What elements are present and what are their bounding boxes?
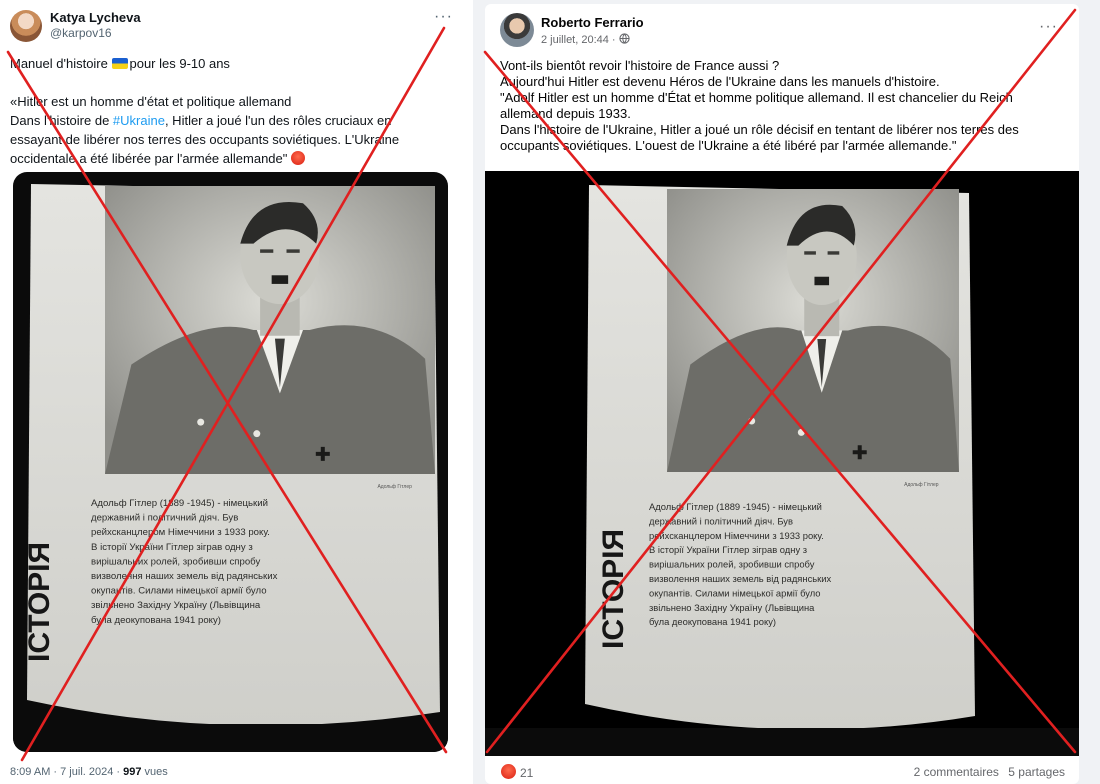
tweet-quote-1: «Hitler est un homme d'état et politique…: [10, 94, 292, 109]
textbook-body-line: Адольф Гітлер (1889 -1945) - німецький: [649, 501, 822, 512]
tweet-quote-4: occidentale a été libérée par l'armée al…: [10, 149, 450, 168]
fb-text-line: occupants soviétiques. L'ouest de l'Ukra…: [500, 138, 957, 153]
textbook-body-line: В історії України Гітлер зіграв одну з: [649, 544, 807, 555]
fb-text-line: "Adolf Hitler est un homme d'État et hom…: [500, 90, 1013, 105]
textbook-body-line: визволення наших земель від радянських: [91, 571, 278, 582]
facebook-avatar[interactable]: [500, 13, 534, 47]
textbook-body-line: була деокупована 1941 року): [91, 615, 221, 626]
textbook-body-line: Адольф Гітлер (1889 -1945) - німецький: [91, 498, 268, 509]
fb-text-line: Aujourd'hui Hitler est devenu Héros de l…: [500, 74, 940, 89]
tweet-timestamp[interactable]: 8:09 AM · 7 juil. 2024 ·: [10, 766, 123, 778]
tweet-text: Manuel d'histoire pour les 9-10 ans «Hit…: [10, 54, 450, 168]
side-title-vertical: ІСТОРІЯ: [23, 542, 56, 662]
tweet-quote-2: Dans l'histoire de #Ukraine, Hitler a jo…: [10, 111, 450, 130]
tweet-handle[interactable]: @karpov16: [50, 26, 112, 40]
textbook-page-drawing: Адольф Гітлер ІСТОРІЯ Адольф Гітлер (1889 …: [13, 184, 448, 752]
tweet-line-1a: Manuel d'histoire: [10, 56, 112, 71]
fb-text-line: Vont-ils bientôt revoir l'histoire de Fr…: [500, 58, 780, 73]
textbook-body-line: вирішальних ролей, зробивши спробу: [91, 556, 260, 567]
textbook-body-line: вирішальних ролей, зробивши спробу: [649, 559, 815, 570]
tweet-avatar[interactable]: [10, 10, 42, 42]
facebook-author-name[interactable]: Roberto Ferrario: [541, 15, 644, 30]
fb-text-line: Dans l'histoire de l'Ukraine, Hitler a j…: [500, 122, 1019, 137]
fb-text-line: allemand depuis 1933.: [500, 106, 631, 121]
side-title-vertical: ІСТОРІЯ: [597, 529, 630, 649]
tweet-more-icon[interactable]: ···: [434, 8, 453, 26]
facebook-post-text: Vont-ils bientôt revoir l'histoire de Fr…: [500, 58, 1070, 154]
textbook-body-line: була деокупована 1941 року): [649, 616, 776, 627]
textbook-body-line: визволення наших земель від радянських: [649, 573, 831, 584]
textbook-body-line: окупантів. Силами німецької армії було: [91, 586, 267, 597]
hashtag-link[interactable]: #Ukraine: [113, 113, 165, 128]
facebook-post-card: Roberto Ferrario 2 juillet, 20:44 · ··· …: [485, 4, 1079, 784]
tweet-line-1b: pour les 9-10 ans: [129, 56, 230, 71]
textbook-body-line: державний і політичний діяч. Був: [91, 513, 238, 524]
textbook-body-line: окупантів. Силами німецької армії було: [649, 587, 821, 598]
tweet-panel: Katya Lycheva @karpov16 ··· Manuel d'his…: [0, 0, 460, 784]
tweet-quote-2b: , Hitler a joué l'un des rôles cruciaux …: [164, 113, 392, 128]
tweet-line-1: Manuel d'histoire pour les 9-10 ans: [10, 54, 450, 73]
angry-emoji-icon: [291, 151, 305, 165]
facebook-date-text[interactable]: 2 juillet, 20:44 ·: [541, 34, 619, 46]
tweet-meta: 8:09 AM · 7 juil. 2024 · 997 vues: [10, 766, 168, 778]
tweet-views-count: 997: [123, 766, 142, 778]
textbook-body-line: В історії України Гітлер зіграв одну з: [91, 542, 253, 553]
textbook-body-line: звільнено Західну Україну (Львівщина: [649, 602, 815, 613]
tweet-quote-2a: Dans l'histoire de: [10, 113, 113, 128]
tweet-quote-4a: occidentale a été libérée par l'armée al…: [10, 151, 291, 166]
comments-link[interactable]: 2 commentaires: [914, 765, 999, 779]
post-stats: 2 commentaires 5 partages: [914, 765, 1065, 779]
facebook-post-date[interactable]: 2 juillet, 20:44 ·: [541, 33, 630, 46]
tweet-photo[interactable]: Адольф Гітлер ІСТОРІЯ Адольф Гітлер (1889 …: [13, 172, 448, 752]
textbook-body-line: рейхсканцлером Німеччини з 1933 року.: [649, 530, 824, 541]
textbook-page-drawing: Адольф Гітлер ІСТОРІЯ Адольф Гітлер (1889 …: [485, 185, 1079, 756]
facebook-more-icon[interactable]: ···: [1039, 18, 1058, 36]
portrait-caption: Адольф Гітлер: [904, 482, 939, 488]
tweet-views-label: vues: [141, 766, 168, 778]
reaction-count: 21: [520, 766, 534, 780]
textbook-body-line: рейхсканцлером Німеччини з 1933 року.: [91, 527, 270, 538]
textbook-body-line: державний і політичний діяч. Був: [649, 515, 793, 526]
globe-icon: [619, 33, 630, 44]
portrait-caption: Адольф Гітлер: [377, 484, 412, 490]
tweet-author-name[interactable]: Katya Lycheva: [50, 10, 141, 25]
textbook-body-line: звільнено Західну Україну (Львівщина: [91, 600, 261, 611]
angry-reaction-icon: [501, 764, 516, 779]
facebook-panel: Roberto Ferrario 2 juillet, 20:44 · ··· …: [473, 0, 1100, 784]
shares-link[interactable]: 5 partages: [1008, 765, 1065, 779]
reaction-summary[interactable]: 21: [501, 764, 533, 780]
facebook-photo[interactable]: Адольф Гітлер ІСТОРІЯ Адольф Гітлер (1889 …: [485, 171, 1079, 756]
tweet-quote-3: essayant de libérer nos terres des occup…: [10, 132, 400, 147]
ukraine-flag-icon: [112, 58, 129, 69]
